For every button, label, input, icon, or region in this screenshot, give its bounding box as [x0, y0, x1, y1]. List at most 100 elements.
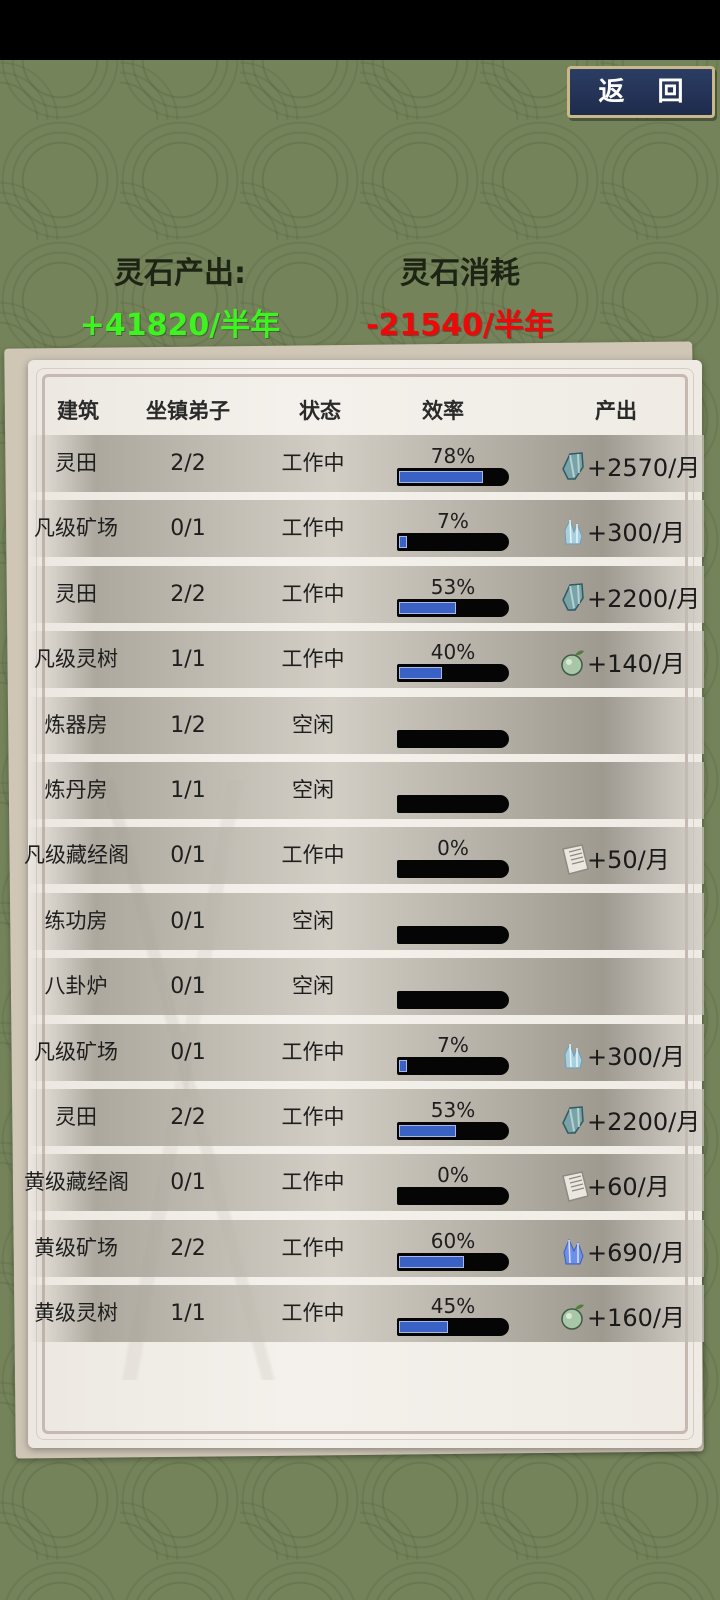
efficiency-bar — [397, 1057, 509, 1075]
building-name: 黄级矿场 — [34, 1236, 118, 1260]
efficiency-bar — [397, 1122, 509, 1140]
building-name: 黄级藏经阁 — [24, 1170, 128, 1194]
building-name: 灵田 — [55, 451, 97, 475]
output-amount: +300/月 — [587, 1043, 686, 1071]
efficiency-bar-fill — [399, 1256, 464, 1268]
spirit-stone-icon — [560, 1105, 586, 1135]
crystal-ore-icon — [560, 516, 586, 546]
efficiency-bar-fill — [399, 667, 442, 679]
efficiency-meter: 53% — [397, 576, 509, 622]
guard-count: 2/2 — [170, 1105, 206, 1130]
building-status: 工作中 — [281, 1105, 345, 1129]
efficiency-meter: 53% — [397, 1099, 509, 1145]
efficiency-meter: 7% — [397, 510, 509, 556]
building-row[interactable]: 黄级矿场 2/2 工作中 60% +690/月 — [28, 1220, 704, 1277]
spirit-fruit-icon — [560, 647, 586, 677]
building-name: 灵田 — [55, 582, 97, 606]
guard-count: 0/1 — [170, 516, 206, 541]
efficiency-meter: 78% — [397, 445, 509, 491]
building-name: 凡级灵树 — [34, 647, 118, 671]
efficiency-meter: 60% — [397, 1230, 509, 1276]
output: +2570/月 — [560, 435, 710, 492]
building-row[interactable]: 灵田 2/2 工作中 53% +2200/月 — [28, 566, 704, 623]
building-row[interactable]: 黄级灵树 1/1 工作中 45% +160/月 — [28, 1285, 704, 1342]
building-status: 工作中 — [281, 451, 345, 475]
output: +2200/月 — [560, 1089, 710, 1146]
building-name: 凡级藏经阁 — [24, 843, 128, 867]
income-label: 灵石产出: — [114, 256, 246, 291]
building-status: 工作中 — [281, 1236, 345, 1260]
efficiency-bar — [397, 795, 509, 813]
efficiency-percent: 7% — [437, 1033, 469, 1057]
building-row[interactable]: 凡级矿场 0/1 工作中 7% +300/月 — [28, 1024, 704, 1081]
scroll-icon — [560, 843, 589, 875]
building-name: 灵田 — [55, 1105, 97, 1129]
building-status: 空闲 — [292, 909, 334, 933]
output-amount: +50/月 — [587, 846, 670, 874]
building-row[interactable]: 练功房 0/1 空闲 — [28, 893, 704, 950]
building-row[interactable]: 灵田 2/2 工作中 78% +2570/月 — [28, 435, 704, 492]
efficiency-percent: 0% — [437, 836, 469, 860]
building-name: 练功房 — [44, 909, 108, 933]
efficiency-percent: 78% — [430, 444, 476, 468]
building-row[interactable]: 凡级矿场 0/1 工作中 7% +300/月 — [28, 500, 704, 557]
back-button[interactable]: 返 回 — [567, 66, 715, 118]
efficiency-percent: 53% — [430, 575, 476, 599]
building-status: 工作中 — [281, 516, 345, 540]
efficiency-bar — [397, 1187, 509, 1205]
efficiency-meter: 0% — [397, 1164, 509, 1210]
building-row[interactable]: 灵田 2/2 工作中 53% +2200/月 — [28, 1089, 704, 1146]
building-name: 凡级矿场 — [34, 516, 118, 540]
efficiency-meter — [397, 772, 509, 818]
guard-count: 1/2 — [170, 713, 206, 738]
efficiency-meter: 45% — [397, 1295, 509, 1341]
efficiency-bar — [397, 664, 509, 682]
building-row[interactable]: 凡级藏经阁 0/1 工作中 0% +50/月 — [24, 827, 704, 884]
efficiency-meter — [397, 707, 509, 753]
building-row[interactable]: 八卦炉 0/1 空闲 — [28, 958, 704, 1015]
building-status: 工作中 — [281, 1040, 345, 1064]
spirit-stone-icon — [560, 451, 586, 481]
guard-count: 2/2 — [170, 582, 206, 607]
efficiency-bar — [397, 599, 509, 617]
output: +60/月 — [560, 1154, 710, 1211]
building-name: 八卦炉 — [44, 974, 108, 998]
guard-count: 1/1 — [170, 778, 206, 803]
building-row[interactable]: 凡级灵树 1/1 工作中 40% +140/月 — [28, 631, 704, 688]
efficiency-bar — [397, 1318, 509, 1336]
building-status: 工作中 — [281, 582, 345, 606]
building-status: 空闲 — [292, 778, 334, 802]
crystal-ore-icon — [560, 1040, 586, 1070]
scroll-icon — [560, 1170, 589, 1202]
efficiency-bar — [397, 730, 509, 748]
efficiency-percent: 60% — [430, 1229, 476, 1253]
output-amount: +690/月 — [587, 1239, 686, 1267]
table-header: 建筑 坐镇弟子 状态 效率 产出 — [28, 395, 702, 435]
guard-count: 0/1 — [170, 843, 206, 868]
output-amount: +2570/月 — [587, 454, 701, 482]
output: +300/月 — [560, 500, 710, 557]
blue-crystal-icon — [560, 1236, 586, 1266]
efficiency-bar — [397, 468, 509, 486]
building-row[interactable]: 炼丹房 1/1 空闲 — [28, 762, 704, 819]
building-name: 凡级矿场 — [34, 1040, 118, 1064]
expense-label: 灵石消耗 — [400, 256, 520, 291]
spirit-fruit-icon — [560, 1301, 586, 1331]
output: +300/月 — [560, 1024, 710, 1081]
guard-count: 0/1 — [170, 1170, 206, 1195]
output-amount: +60/月 — [587, 1173, 670, 1201]
header-output: 产出 — [595, 399, 637, 423]
output: +160/月 — [560, 1285, 710, 1342]
guard-count: 1/1 — [170, 647, 206, 672]
income-value: +41820/半年 — [79, 308, 281, 343]
output: +50/月 — [560, 827, 710, 884]
efficiency-bar-fill — [399, 1125, 456, 1137]
building-status: 工作中 — [281, 1301, 345, 1325]
building-row[interactable]: 炼器房 1/2 空闲 — [28, 697, 704, 754]
efficiency-percent: 0% — [437, 1163, 469, 1187]
building-status: 空闲 — [292, 713, 334, 737]
spirit-stone-icon — [560, 582, 586, 612]
building-row[interactable]: 黄级藏经阁 0/1 工作中 0% +60/月 — [24, 1154, 704, 1211]
efficiency-meter — [397, 903, 509, 949]
building-name: 炼器房 — [44, 713, 108, 737]
